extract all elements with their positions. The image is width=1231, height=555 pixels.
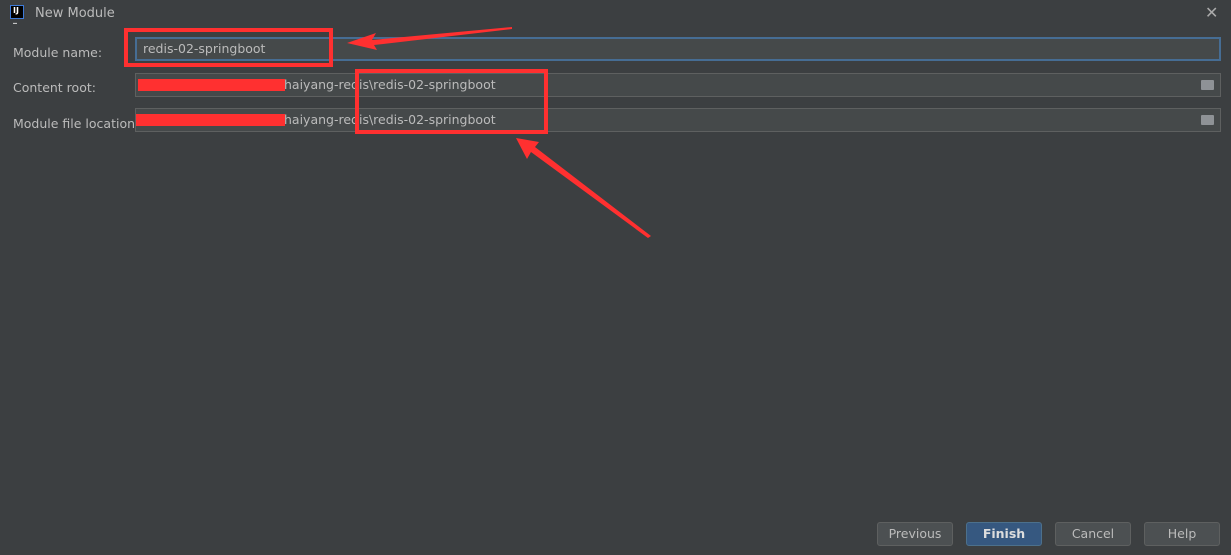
close-icon[interactable]: ✕ <box>1205 3 1218 22</box>
redaction-bar <box>136 114 285 126</box>
module-file-location-input[interactable]: haiyang-redis\redis-02-springboot <box>135 108 1221 132</box>
content-root-label: Content root: <box>13 80 96 95</box>
previous-button[interactable]: Previous <box>877 522 953 546</box>
module-name-label: Module name: <box>13 45 103 60</box>
finish-button[interactable]: Finish <box>966 522 1042 546</box>
folder-icon[interactable] <box>1201 115 1214 125</box>
intellij-logo-icon: IJ _ <box>10 5 24 24</box>
redaction-bar <box>138 79 285 91</box>
title-bar: IJ _ New Module ✕ <box>0 0 1231 28</box>
cancel-button[interactable]: Cancel <box>1055 522 1131 546</box>
content-root-value: haiyang-redis\redis-02-springboot <box>284 77 496 92</box>
help-button[interactable]: Help <box>1144 522 1220 546</box>
annotation-arrow <box>516 138 651 238</box>
module-file-location-label: Module file location: <box>13 116 140 131</box>
window-title: New Module <box>35 6 115 21</box>
module-name-input[interactable]: redis-02-springboot <box>135 37 1221 61</box>
module-file-location-value: haiyang-redis\redis-02-springboot <box>284 112 496 127</box>
folder-icon[interactable] <box>1201 80 1214 90</box>
content-root-input[interactable]: haiyang-redis\redis-02-springboot <box>135 73 1221 97</box>
